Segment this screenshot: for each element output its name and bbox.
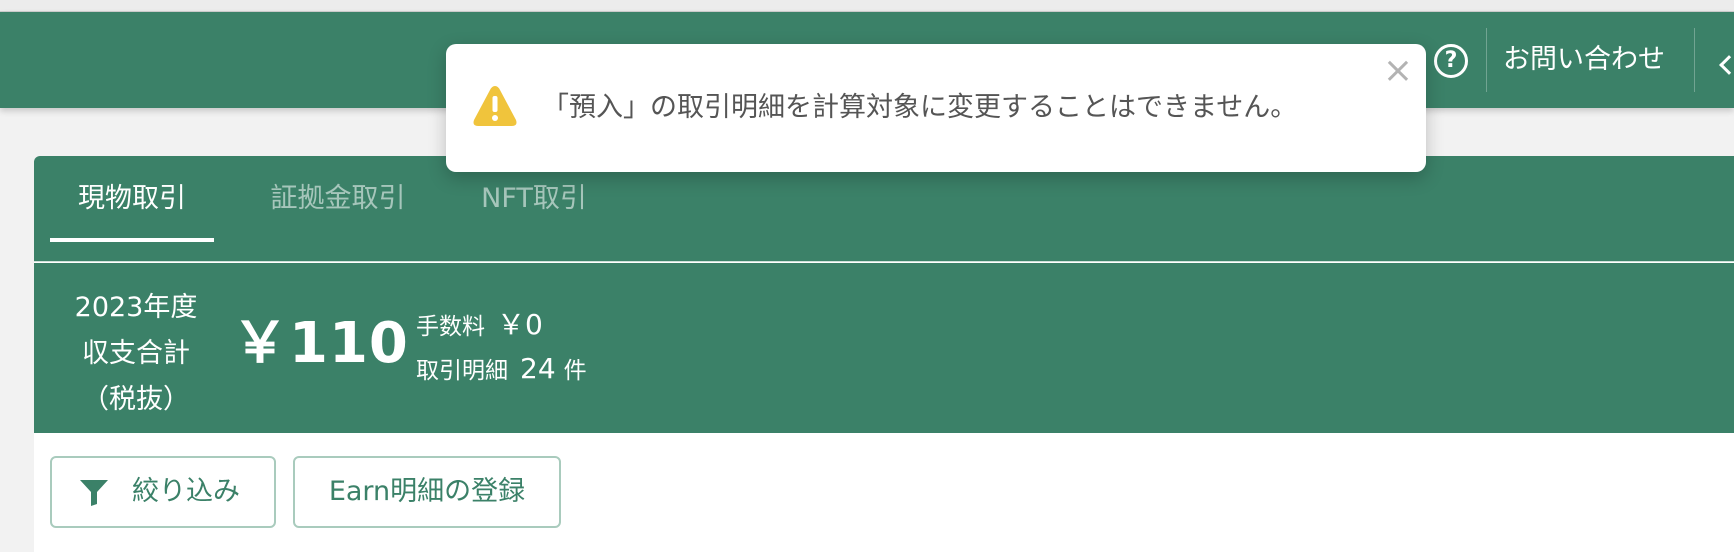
warning-toast: 「預入」の取引明細を計算対象に変更することはできません。 × — [446, 44, 1426, 172]
transactions-card: 現物取引 証拠金取引 NFT取引 2023年度 収支合計 （税抜） ￥110 手… — [34, 156, 1734, 552]
header-divider — [1694, 28, 1695, 92]
page: ? お問い合わせ 現物取引 証拠金取引 NFT取引 2023年度 収支合計 （税… — [0, 0, 1734, 552]
transaction-count-stat: 取引明細 24 件 — [416, 351, 587, 385]
fiscal-year: 2023年度 — [74, 292, 198, 323]
summary-panel: 2023年度 収支合計 （税抜） ￥110 手数料 ￥0 取引明細 24 件 — [34, 263, 1734, 433]
tab-spot-trading[interactable]: 現物取引 — [50, 156, 214, 242]
toast-message: 「預入」の取引明細を計算対象に変更することはできません。 — [542, 92, 1298, 123]
tab-margin-trading[interactable]: 証拠金取引 — [250, 156, 426, 242]
close-icon[interactable]: × — [1382, 53, 1414, 89]
fiscal-year-total-label: 2023年度 収支合計 （税抜） — [66, 285, 206, 423]
filter-button[interactable]: 絞り込み — [50, 456, 276, 528]
tax-excluded-label: （税抜） — [82, 384, 190, 415]
transaction-count: 24 — [520, 352, 556, 385]
funnel-icon — [80, 480, 108, 506]
total-amount: ￥110 — [232, 311, 409, 376]
transaction-count-unit: 件 — [563, 358, 587, 384]
fee-value: ￥0 — [497, 308, 543, 341]
chevron-left-icon[interactable] — [1719, 55, 1734, 75]
fee-stat: 手数料 ￥0 — [416, 303, 543, 343]
filter-button-label: 絞り込み — [132, 476, 240, 507]
browser-top-edge — [0, 0, 1734, 12]
contact-link[interactable]: お問い合わせ — [1503, 42, 1665, 78]
fee-label: 手数料 — [416, 314, 485, 340]
register-earn-details-button[interactable]: Earn明細の登録 — [293, 456, 561, 528]
question-circle-icon[interactable]: ? — [1434, 44, 1468, 78]
action-bar: 絞り込み Earn明細の登録 — [34, 433, 1734, 552]
transaction-count-label: 取引明細 — [416, 358, 508, 384]
warning-triangle-icon — [473, 86, 517, 126]
total-label: 収支合計 — [82, 338, 190, 369]
active-tab-indicator — [50, 238, 214, 242]
header-divider — [1486, 28, 1487, 92]
